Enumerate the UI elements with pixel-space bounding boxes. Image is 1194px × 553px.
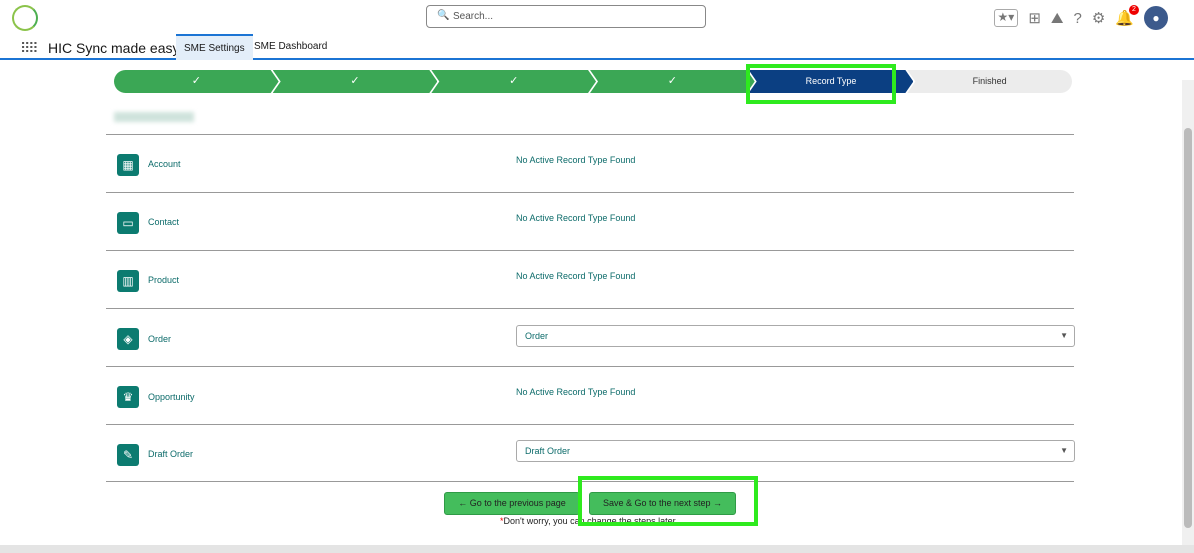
previous-label: Go to the previous page [469,498,566,508]
row-contact: ▭ Contact No Active Record Type Found [106,192,1074,250]
path-step-1[interactable]: ✓ [114,70,279,93]
search-placeholder: Search... [453,11,494,22]
row-opportunity: ♛ Opportunity No Active Record Type Foun… [106,366,1074,424]
row-label: Draft Order [148,449,194,459]
path-step-3[interactable]: ✓ [431,70,596,93]
tab-sme-settings[interactable]: SME Settings [176,34,253,60]
path-step-4[interactable]: ✓ [590,70,755,93]
row-value: No Active Record Type Found [516,271,636,281]
draft-icon: ✎ [117,444,139,466]
barcode-icon: ▥ [117,270,139,292]
path-step-finished[interactable]: Finished [907,70,1073,93]
row-value: No Active Record Type Found [516,387,636,397]
gear-icon[interactable]: ⚙ [1092,9,1105,27]
arrow-left-icon: ← [458,498,470,508]
chevron-down-icon: ▼ [1060,331,1068,340]
scrollbar-thumb[interactable] [1184,128,1192,528]
row-label: Opportunity [148,392,195,402]
previous-page-button[interactable]: ← Go to the previous page [444,492,580,515]
avatar[interactable]: ● [1144,6,1168,30]
row-value: No Active Record Type Found [516,155,636,165]
add-icon[interactable]: ⊞ [1028,9,1041,27]
search-input[interactable]: 🔍 Search... [426,5,706,28]
row-label: Account [148,159,181,169]
layers-icon: ◈ [117,328,139,350]
app-name: HIC Sync made easy [48,40,180,56]
row-order: ◈ Order Order ▼ [106,308,1075,366]
blurred-heading [114,112,194,122]
tab-sme-dashboard[interactable]: SME Dashboard [246,34,335,60]
draft-order-record-type-select[interactable]: Draft Order ▼ [516,440,1075,462]
bell-icon[interactable]: 🔔 2 [1115,5,1139,27]
left-margin [0,62,105,545]
help-icon[interactable]: ? [1074,10,1082,27]
scrollbar[interactable] [1182,80,1194,545]
chevron-down-icon: ▼ [1060,446,1068,455]
select-value: Order [525,331,549,341]
path-step-2[interactable]: ✓ [273,70,438,93]
app-logo [12,5,38,31]
row-value: No Active Record Type Found [516,213,636,223]
global-header: 🔍 Search... ★▾ ⊞ ⛰ ? ⚙ 🔔 2 ● ⠿⠿ HIC Sync m… [0,0,1194,60]
row-label: Order [148,334,172,344]
row-draft-order: ✎ Draft Order Draft Order ▼ [106,424,1075,482]
trailhead-icon[interactable]: ⛰ [1051,10,1064,27]
taskbar [0,545,1194,553]
notification-badge: 2 [1129,5,1139,15]
row-label: Product [148,275,180,285]
row-account: ▦ Account No Active Record Type Found [106,134,1074,192]
order-record-type-select[interactable]: Order ▼ [516,325,1075,347]
app-launcher-icon[interactable]: ⠿⠿ [20,40,38,57]
select-value: Draft Order [525,446,571,456]
highlight-box [578,476,758,526]
highlight-box [746,64,896,104]
crown-icon: ♛ [117,386,139,408]
search-icon: 🔍 [437,10,450,21]
row-product: ▥ Product No Active Record Type Found [106,250,1074,308]
favorites-star-icon[interactable]: ★▾ [993,9,1019,27]
building-icon: ▦ [117,154,139,176]
progress-path: ✓ ✓ ✓ ✓ Record Type Finished [114,70,1073,93]
contact-card-icon: ▭ [117,212,139,234]
row-label: Contact [148,217,180,227]
